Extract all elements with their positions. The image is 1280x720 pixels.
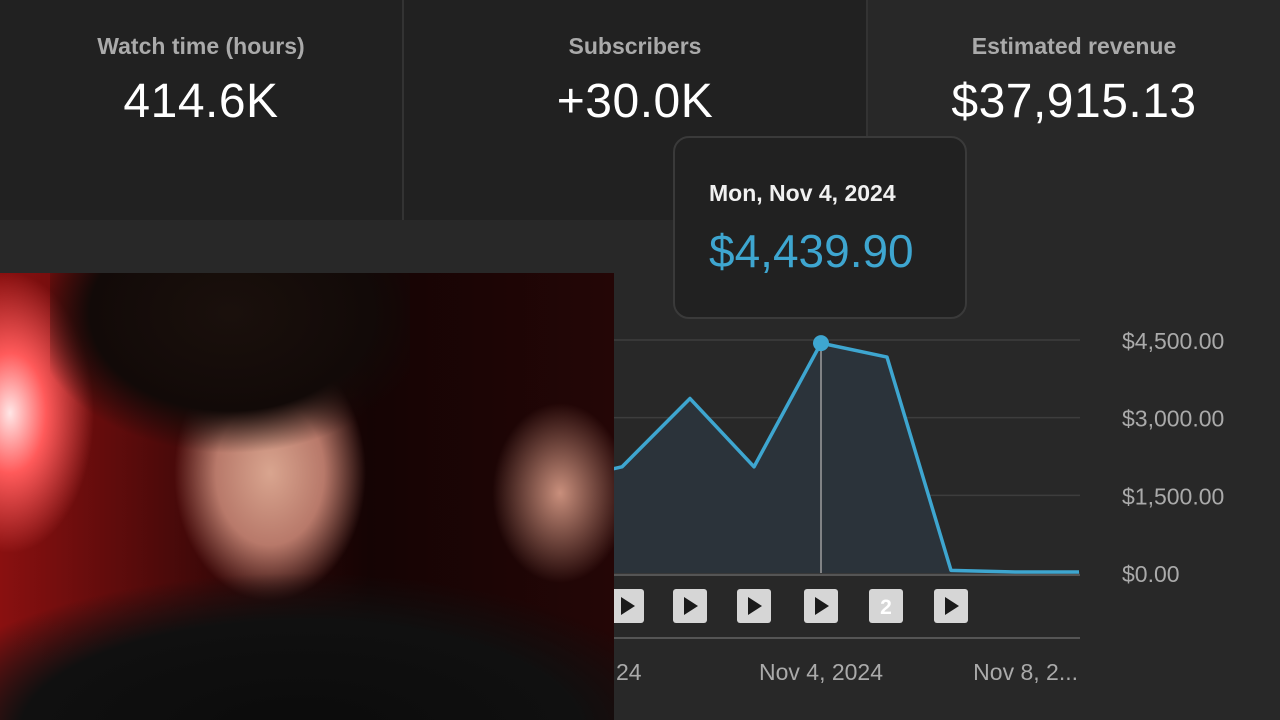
y-tick-label: $1,500.00 [1122,483,1224,509]
metric-label: Watch time (hours) [97,33,305,59]
y-tick-label: $3,000.00 [1122,406,1224,432]
tooltip-value: $4,439.90 [709,225,914,277]
hover-point [813,335,829,352]
chart-tooltip: Mon, Nov 4, 2024 $4,439.90 [673,136,967,319]
y-tick-label: $0.00 [1122,561,1180,587]
metrics-bar: Watch time (hours) 414.6K Subscribers +3… [0,0,1280,220]
x-tick-label: 24 [616,659,642,685]
metric-value: +30.0K [556,75,714,128]
metric-value: 414.6K [123,75,279,128]
x-tick-label: Nov 8, 2... [973,659,1078,685]
metric-label: Subscribers [568,33,702,59]
metric-label: Estimated revenue [971,33,1177,59]
webcam-shirt-shape [0,573,614,720]
series-area [600,343,1080,573]
webcam-overlay-image [0,273,614,720]
tooltip-date: Mon, Nov 4, 2024 [709,180,896,206]
metric-watch-time[interactable]: Watch time (hours) 414.6K [0,0,402,220]
x-tick-label: Nov 4, 2024 [759,659,883,685]
video-group-count: 2 [880,596,892,619]
y-tick-label: $4,500.00 [1122,328,1224,354]
metric-value: $37,915.13 [951,75,1197,128]
webcam-hair-shape [50,273,410,523]
